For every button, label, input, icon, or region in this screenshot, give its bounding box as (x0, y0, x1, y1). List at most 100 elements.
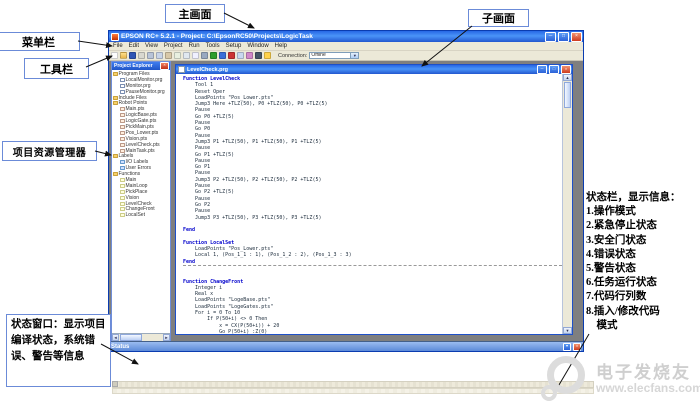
child-close-button[interactable] (561, 65, 571, 74)
menu-item[interactable]: View (145, 43, 158, 49)
project-explorer-title: Project Explorer (114, 63, 160, 69)
menu-item[interactable]: Tools (206, 43, 220, 49)
find-icon[interactable] (192, 52, 199, 59)
status-bar-accent (112, 394, 594, 397)
project-explorer-header[interactable]: Project Explorer (112, 62, 170, 70)
scroll-up-icon[interactable]: ▲ (563, 74, 572, 81)
paste-icon[interactable] (165, 52, 172, 59)
scroll-track[interactable] (119, 334, 163, 341)
callout-menu-bar: 菜单栏 (0, 32, 80, 51)
callout-status-bar-item: 6.任务运行状态 (586, 276, 700, 290)
watermark-url: www.elecfans.com (596, 381, 700, 395)
connection-dropdown[interactable]: Offline ▼ (309, 52, 359, 59)
code-window: LevelCheck.prg Function LevelCheck Tool … (175, 64, 573, 335)
tree-item[interactable]: LocalSet (113, 212, 170, 218)
page: EPSON RC+ 5.2.1 - Project: C:\EpsonRC50\… (0, 0, 700, 420)
app-status-bar (112, 381, 594, 397)
menu-item[interactable]: File (113, 43, 123, 49)
status-bar-panes (112, 381, 594, 388)
document-icon (178, 66, 185, 73)
save-icon[interactable] (129, 52, 136, 59)
points-file-icon (120, 107, 125, 111)
pause-icon[interactable] (219, 52, 226, 59)
build-icon[interactable] (201, 52, 208, 59)
vision-icon[interactable] (255, 52, 262, 59)
folder-icon (113, 154, 118, 158)
main-window-titlebar[interactable]: EPSON RC+ 5.2.1 - Project: C:\EpsonRC50\… (109, 31, 583, 42)
undo-icon[interactable] (174, 52, 181, 59)
function-icon (120, 196, 125, 200)
menu-item[interactable]: Window (247, 43, 268, 49)
scroll-left-icon[interactable]: ◄ (112, 334, 119, 341)
cut-icon[interactable] (147, 52, 154, 59)
folder-icon (113, 72, 118, 76)
callout-project-explorer: 项目资源管理器 (2, 141, 97, 161)
callout-status-bar-item: 7.代码行列数 (586, 290, 700, 304)
callout-status-bar-item: 5.警告状态 (586, 262, 700, 276)
pin-icon[interactable] (563, 343, 571, 351)
code-editor[interactable]: Function LevelCheck Tool 1 Reset Oper Lo… (176, 76, 562, 334)
scroll-thumb[interactable] (564, 82, 571, 108)
function-icon (120, 190, 125, 194)
chevron-down-icon[interactable]: ▼ (350, 53, 358, 58)
project-explorer: Project Explorer Program Files LocalMoni… (111, 61, 171, 341)
watermark-brand: 电子发烧友 (596, 358, 691, 383)
callout-status-bar-title: 状态栏，显示信息： (586, 191, 700, 205)
status-panel-title: Status (111, 344, 561, 350)
open-icon[interactable] (120, 52, 127, 59)
close-button[interactable] (571, 32, 582, 42)
main-window: EPSON RC+ 5.2.1 - Project: C:\EpsonRC50\… (108, 30, 584, 352)
callout-status-bar-item: 1.操作模式 (586, 205, 700, 219)
function-icon (120, 178, 125, 182)
toolbar: Connection: Offline ▼ (109, 51, 583, 61)
stop-icon[interactable] (228, 52, 235, 59)
menu-item[interactable]: Run (189, 43, 200, 49)
pane-close-icon[interactable] (160, 62, 169, 70)
editor-vertical-scrollbar[interactable]: ▲ ▼ (562, 74, 572, 334)
points-file-icon (120, 125, 125, 129)
folder-icon (113, 172, 118, 176)
menu-item[interactable]: Help (275, 43, 287, 49)
scroll-down-icon[interactable]: ▼ (563, 327, 572, 334)
run-icon[interactable] (210, 52, 217, 59)
callout-toolbar: 工具栏 (24, 58, 89, 79)
function-icon (120, 202, 125, 206)
prg-file-icon (120, 90, 125, 94)
io-monitor-icon[interactable] (237, 52, 244, 59)
label-icon (120, 166, 125, 170)
print-icon[interactable] (138, 52, 145, 59)
points-file-icon (120, 143, 125, 147)
status-panel[interactable]: Status (109, 341, 583, 351)
code-window-titlebar[interactable]: LevelCheck.prg (176, 65, 572, 74)
scroll-right-icon[interactable]: ► (163, 334, 170, 341)
points-file-icon (120, 137, 125, 141)
code-line: Fend (183, 259, 562, 266)
scroll-thumb[interactable] (120, 334, 142, 341)
robot-manager-icon[interactable] (246, 52, 253, 59)
label-icon (120, 160, 125, 164)
minimize-button[interactable] (545, 32, 556, 42)
menu-item[interactable]: Edit (129, 43, 139, 49)
copy-icon[interactable] (156, 52, 163, 59)
help-icon[interactable] (264, 52, 271, 59)
prg-file-icon (120, 78, 125, 82)
function-icon (120, 213, 125, 217)
scroll-track (563, 109, 572, 327)
status-progress (112, 394, 148, 397)
child-minimize-button[interactable] (537, 65, 547, 74)
menu-item[interactable]: Project (164, 43, 183, 49)
tree-horizontal-scrollbar[interactable]: ◄ ► (112, 333, 170, 341)
folder-icon (113, 101, 118, 105)
menu-item[interactable]: Setup (226, 43, 242, 49)
project-tree: Program Files LocalMonitor.prg Monitor.p… (112, 70, 170, 333)
status-close-icon[interactable] (573, 343, 581, 351)
maximize-button[interactable] (558, 32, 569, 42)
mdi-area: Project Explorer Program Files LocalMoni… (109, 61, 583, 341)
points-file-icon (120, 131, 125, 135)
window-title: EPSON RC+ 5.2.1 - Project: C:\EpsonRC50\… (121, 33, 543, 40)
child-maximize-button[interactable] (549, 65, 559, 74)
redo-icon[interactable] (183, 52, 190, 59)
new-icon[interactable] (111, 52, 118, 59)
toolbar-icons (111, 52, 271, 59)
arrow-main-screen (224, 13, 254, 28)
